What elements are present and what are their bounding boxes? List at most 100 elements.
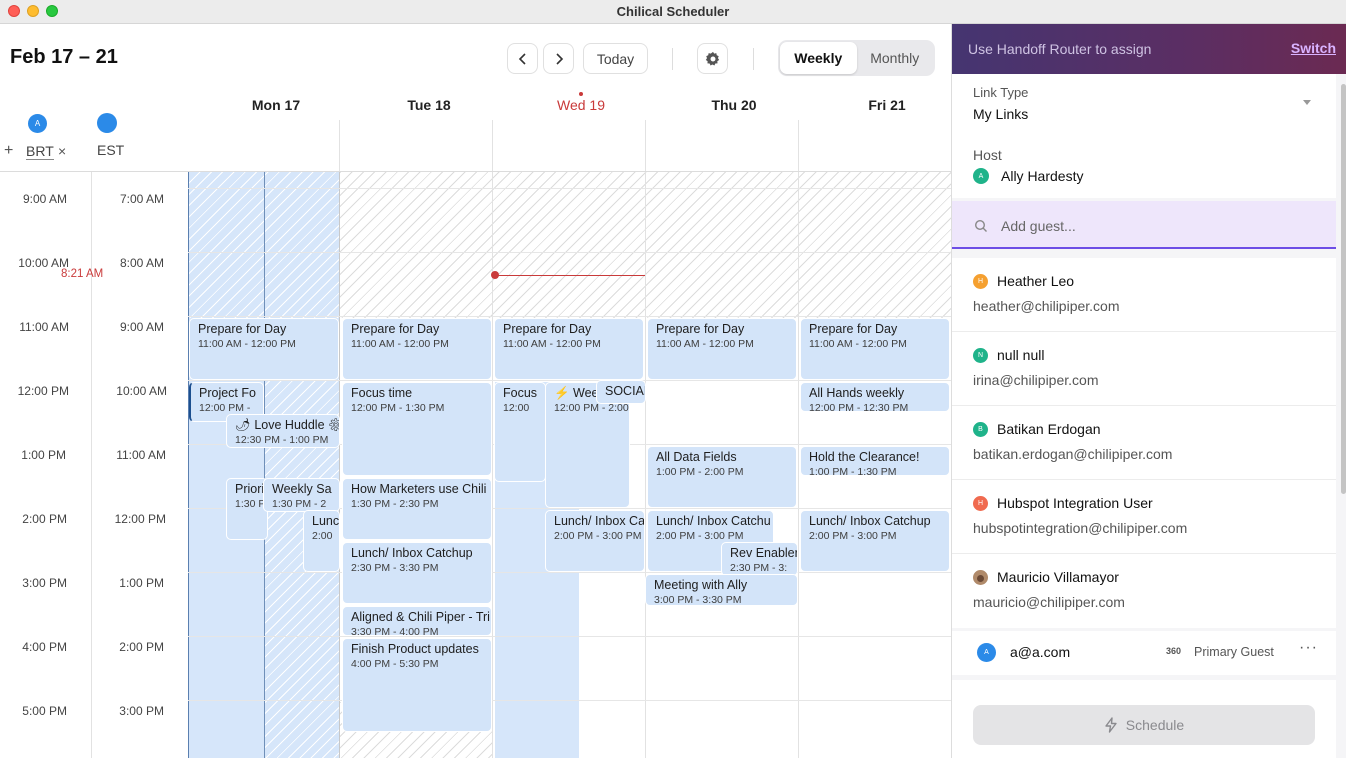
event-time: 1:30 P xyxy=(235,498,266,510)
prev-week-button[interactable] xyxy=(507,43,538,74)
selected-guest-row[interactable]: A a@a.com 360 Primary Guest ··· xyxy=(952,631,1336,675)
event-time: 2:00 PM - 3:00 PM xyxy=(554,530,642,542)
guest-email: batikan.erdogan@chilipiper.com xyxy=(973,446,1173,462)
event-time: 12:30 PM - 1:00 PM xyxy=(235,434,329,446)
host-name[interactable]: Ally Hardesty xyxy=(1001,168,1083,184)
more-options-icon[interactable]: ··· xyxy=(1299,639,1318,657)
day-header-thu[interactable]: Thu 20 xyxy=(658,97,810,113)
guest-search-box[interactable]: Add guest... xyxy=(952,201,1336,249)
link-type-select[interactable]: My Links xyxy=(973,106,1028,122)
event-block[interactable]: SOCIAL xyxy=(596,380,646,404)
switch-link[interactable]: Switch xyxy=(1291,40,1336,56)
guest-suggestion[interactable]: H Heather Leo heather@chilipiper.com xyxy=(952,258,1336,332)
timezone-est: EST xyxy=(97,142,125,158)
brt-user-avatar: A xyxy=(28,114,47,133)
hour-line xyxy=(188,380,951,381)
handoff-banner: Use Handoff Router to assign Switch xyxy=(952,24,1346,74)
add-timezone-button[interactable]: + xyxy=(4,142,13,160)
event-title: Lunch/ Inbox Catchup xyxy=(351,546,473,560)
guest-email: heather@chilipiper.com xyxy=(973,298,1120,314)
event-block[interactable]: Hold the Clearance! 1:00 PM - 1:30 PM xyxy=(800,446,950,476)
guest-name: Hubspot Integration User xyxy=(997,495,1153,511)
event-time: 3:00 PM - 3:30 PM xyxy=(654,594,742,606)
guest-avatar: H xyxy=(973,496,988,511)
guest-search-input[interactable]: Add guest... xyxy=(1001,218,1076,234)
360-icon: 360 xyxy=(1166,646,1182,656)
column-divider xyxy=(188,172,189,758)
hour-line xyxy=(188,700,951,701)
primary-guest-badge[interactable]: Primary Guest xyxy=(1194,645,1274,659)
event-time: 11:00 AM - 12:00 PM xyxy=(351,338,449,350)
guest-email: mauricio@chilipiper.com xyxy=(973,594,1125,610)
guest-avatar: H xyxy=(973,274,988,289)
guest-suggestion[interactable]: H Hubspot Integration User hubspotintegr… xyxy=(952,480,1336,554)
column-divider xyxy=(492,172,493,758)
event-title: Lunch/ Inbox Catchup xyxy=(809,514,931,528)
event-block[interactable]: Weekly Sa 1:30 PM - 2 xyxy=(263,478,340,512)
event-block[interactable]: Lunch/ Inbox Catchup 2:30 PM - 3:30 PM xyxy=(342,542,492,604)
event-block[interactable]: All Data Fields 1:00 PM - 2:00 PM xyxy=(647,446,797,508)
guest-name: null null xyxy=(997,347,1045,363)
booking-panel: Use Handoff Router to assign Switch Link… xyxy=(951,24,1346,758)
event-title: How Marketers use Chili xyxy=(351,482,487,496)
time-label-est: 11:00 AM xyxy=(116,448,166,462)
event-time: 1:00 PM - 1:30 PM xyxy=(809,466,897,476)
booking-settings-card: Link Type My Links Host A Ally Hardesty xyxy=(952,74,1336,198)
event-time: 11:00 AM - 12:00 PM xyxy=(198,338,296,350)
column-divider xyxy=(339,172,340,758)
time-label-est: 1:00 PM xyxy=(119,576,164,590)
time-label-brt: 2:00 PM xyxy=(22,512,67,526)
day-header-wed[interactable]: Wed 19 xyxy=(505,97,657,113)
event-block[interactable]: Priori 1:30 P xyxy=(226,478,268,540)
today-button[interactable]: Today xyxy=(583,43,648,74)
event-block[interactable]: Prepare for Day 11:00 AM - 12:00 PM xyxy=(647,318,797,380)
guest-name: Batikan Erdogan xyxy=(997,421,1101,437)
current-time-line xyxy=(495,275,645,276)
time-label-brt: 12:00 PM xyxy=(17,384,69,398)
event-time: 12:00 PM - 1:30 PM xyxy=(351,402,445,414)
event-title: Prepare for Day xyxy=(656,322,745,336)
event-block[interactable]: Rev Enabler 2:30 PM - 3: xyxy=(721,542,798,576)
guest-suggestion[interactable]: N null null irina@chilipiper.com xyxy=(952,332,1336,406)
event-block[interactable]: Prepare for Day 11:00 AM - 12:00 PM xyxy=(342,318,492,380)
event-block[interactable]: Lunch/ Inbox Ca 2:00 PM - 3:00 PM xyxy=(545,510,645,572)
event-block[interactable]: Prepare for Day 11:00 AM - 12:00 PM xyxy=(494,318,644,380)
event-block[interactable]: Finish Product updates 4:00 PM - 5:30 PM xyxy=(342,638,492,732)
panel-scrollbar[interactable] xyxy=(1341,84,1346,494)
settings-button[interactable] xyxy=(697,43,728,74)
calendar-grid: 9:00 AM 10:00 AM 11:00 AM 12:00 PM 1:00 … xyxy=(0,172,951,758)
next-week-button[interactable] xyxy=(543,43,574,74)
event-block[interactable]: Meeting with Ally 3:00 PM - 3:30 PM xyxy=(645,574,798,606)
day-header-tue[interactable]: Tue 18 xyxy=(353,97,505,113)
event-block[interactable]: Prepare for Day 11:00 AM - 12:00 PM xyxy=(189,318,339,380)
guest-suggestion[interactable]: B Batikan Erdogan batikan.erdogan@chilip… xyxy=(952,406,1336,480)
event-title: Hold the Clearance! xyxy=(809,450,920,464)
guest-avatar: B xyxy=(973,422,988,437)
monthly-view-option[interactable]: Monthly xyxy=(857,42,934,74)
window-title: Chilical Scheduler xyxy=(616,4,730,19)
guest-suggestion[interactable]: Mauricio Villamayor mauricio@chilipiper.… xyxy=(952,554,1336,628)
weekly-view-option[interactable]: Weekly xyxy=(780,42,857,74)
event-block[interactable]: Lunch/ Inbox Catchup 2:00 PM - 3:00 PM xyxy=(800,510,950,572)
day-header-mon[interactable]: Mon 17 xyxy=(200,97,352,113)
event-block[interactable]: All Hands weekly 12:00 PM - 12:30 PM xyxy=(800,382,950,412)
event-block[interactable]: Aligned & Chili Piper - Tri 3:30 PM - 4:… xyxy=(342,606,492,636)
remove-timezone-icon[interactable]: × xyxy=(58,143,66,159)
event-time: 11:00 AM - 12:00 PM xyxy=(656,338,754,350)
column-divider xyxy=(339,120,340,172)
timezone-brt[interactable]: BRT xyxy=(26,143,54,160)
day-header-fri[interactable]: Fri 21 xyxy=(811,97,963,113)
event-time: 3:30 PM - 4:00 PM xyxy=(351,626,439,636)
event-block[interactable]: Focus 12:00 xyxy=(494,382,546,482)
event-block[interactable]: Prepare for Day 11:00 AM - 12:00 PM xyxy=(800,318,950,380)
banner-text: Use Handoff Router to assign xyxy=(968,41,1152,57)
chevron-down-icon[interactable] xyxy=(1303,100,1311,105)
event-block[interactable]: Lunc 2:00 xyxy=(303,510,340,572)
event-block[interactable]: How Marketers use Chili 1:30 PM - 2:30 P… xyxy=(342,478,492,540)
time-label-est: 12:00 PM xyxy=(114,512,166,526)
schedule-button[interactable]: Schedule xyxy=(973,705,1315,745)
event-title: Prepare for Day xyxy=(809,322,898,336)
event-block[interactable]: Focus time 12:00 PM - 1:30 PM xyxy=(342,382,492,476)
event-block[interactable]: 🌶 Love Huddle ⚙ 12:30 PM - 1:00 PM xyxy=(226,414,340,448)
column-divider xyxy=(798,120,799,172)
